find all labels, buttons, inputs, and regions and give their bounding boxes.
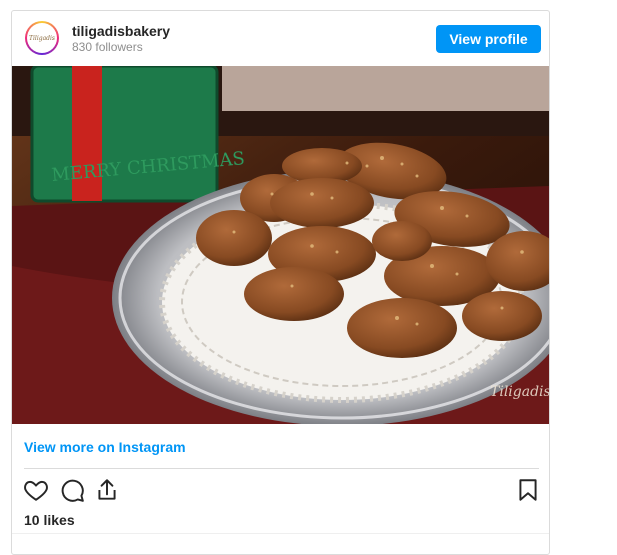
comment-icon[interactable] xyxy=(59,477,85,503)
avatar-logo: Tiligadis xyxy=(27,23,57,53)
post-header: Tiligadis tiligadisbakery 830 followers … xyxy=(12,11,549,66)
divider xyxy=(12,533,549,534)
avatar[interactable]: Tiligadis xyxy=(25,21,59,55)
share-icon[interactable] xyxy=(94,477,120,503)
action-bar xyxy=(12,477,549,507)
instagram-embed-card: Tiligadis tiligadisbakery 830 followers … xyxy=(11,10,550,555)
user-info[interactable]: tiligadisbakery 830 followers xyxy=(72,23,170,55)
view-profile-button[interactable]: View profile xyxy=(436,25,541,53)
bookmark-icon[interactable] xyxy=(515,477,541,503)
post-image[interactable]: MERRY CHRISTMAS Tiligadis xyxy=(12,66,549,424)
like-count[interactable]: 10 likes xyxy=(24,512,75,528)
watermark: Tiligadis xyxy=(490,384,549,400)
username[interactable]: tiligadisbakery xyxy=(72,23,170,40)
view-more-link[interactable]: View more on Instagram xyxy=(24,439,186,455)
follower-count: 830 followers xyxy=(72,40,143,54)
divider xyxy=(24,468,539,469)
heart-icon[interactable] xyxy=(23,477,49,503)
